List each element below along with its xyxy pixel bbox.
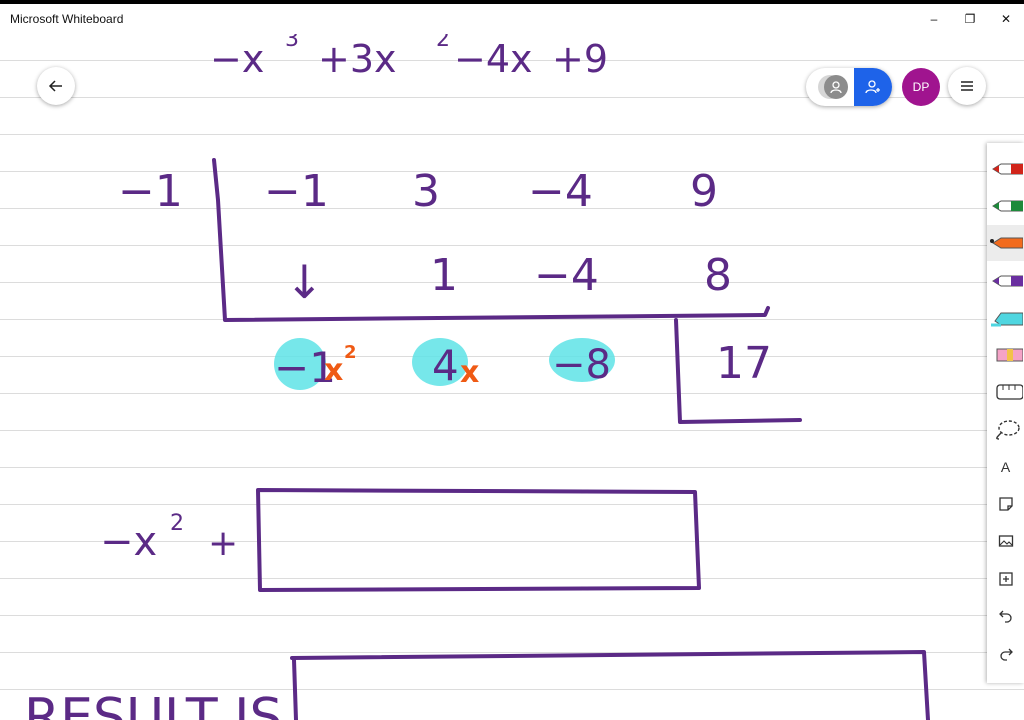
row2-coef-1: 1	[430, 250, 458, 301]
minimize-button[interactable]: –	[916, 4, 952, 34]
person-icon	[830, 81, 842, 94]
collaborators-pill[interactable]	[806, 68, 892, 106]
eraser-icon	[996, 348, 1023, 362]
row1-coef-4: 9	[690, 166, 718, 217]
sticky-note-icon	[998, 497, 1013, 511]
bottom-var-2: x	[460, 355, 479, 390]
window-controls: – ❐ ✕	[916, 4, 1024, 34]
purple-pen-icon	[991, 275, 1023, 287]
title-bar: Microsoft Whiteboard – ❐ ✕	[0, 0, 1024, 34]
redo-tool[interactable]	[987, 636, 1024, 672]
orange-pen-icon	[991, 237, 1023, 249]
lasso-icon	[995, 420, 1020, 440]
bottom-coef-3: −8	[552, 342, 611, 388]
redo-icon	[999, 648, 1013, 661]
app-title: Microsoft Whiteboard	[10, 12, 124, 26]
user-avatar[interactable]: DP	[902, 68, 940, 106]
highlighter-icon	[990, 312, 1023, 327]
poly-term-3: −4x	[454, 37, 533, 81]
quotient-box	[256, 488, 701, 592]
ink-layer: −x 3 +3x 2 −4x +9 −1 −1 3 −4 9 ↓ 1 −4 8 …	[24, 27, 930, 720]
eraser-tool[interactable]	[987, 337, 1024, 373]
quotient-term: −x	[100, 519, 157, 565]
lasso-tool[interactable]	[987, 411, 1024, 447]
close-button[interactable]: ✕	[988, 4, 1024, 34]
quotient-plus: +	[208, 523, 238, 564]
back-button[interactable]	[37, 67, 75, 105]
red-pen-icon	[991, 163, 1023, 175]
row2-coef-2: −4	[534, 250, 599, 301]
remainder: 17	[716, 338, 772, 389]
row1-coef-1: −1	[264, 166, 329, 217]
hamburger-icon	[961, 81, 973, 91]
ruler-tool[interactable]	[987, 374, 1024, 410]
arrow-left-icon	[48, 80, 62, 92]
result-box	[290, 650, 930, 720]
collaborator-avatars[interactable]	[806, 68, 854, 106]
row1-coef-3: −4	[528, 166, 593, 217]
green-pen-tool[interactable]	[987, 188, 1024, 224]
undo-icon	[998, 610, 1012, 623]
image-tool[interactable]	[987, 523, 1024, 559]
text-tool[interactable]: A	[987, 449, 1024, 485]
bottom-var-1: x	[324, 353, 343, 388]
selected-indicator	[990, 239, 994, 243]
add-icon	[998, 572, 1013, 586]
purple-pen-tool[interactable]	[987, 263, 1024, 299]
row2-coef-3: 8	[704, 250, 732, 301]
pen-toolbar: A	[987, 143, 1024, 683]
highlighter-tool[interactable]	[987, 300, 1024, 336]
add-tool[interactable]	[987, 561, 1024, 597]
orange-pen-tool[interactable]	[987, 225, 1024, 261]
poly-term-1: −x	[210, 37, 264, 81]
red-pen-tool[interactable]	[987, 151, 1024, 187]
green-pen-icon	[991, 200, 1023, 212]
row1-coef-2: 3	[412, 166, 440, 217]
undo-tool[interactable]	[987, 598, 1024, 634]
bottom-exp-1: 2	[344, 342, 357, 363]
quotient-exp: 2	[170, 511, 184, 536]
poly-term-4: +9	[552, 37, 608, 81]
bottom-coef-2: 4	[432, 341, 459, 390]
row2-arrow: ↓	[285, 255, 324, 309]
ruler-icon	[995, 384, 1023, 400]
note-tool[interactable]	[987, 486, 1024, 522]
poly-term-2: +3x	[318, 37, 397, 81]
menu-button[interactable]	[948, 67, 986, 105]
image-icon	[998, 535, 1013, 547]
text-icon: A	[1000, 459, 1011, 475]
invite-button[interactable]	[854, 68, 892, 106]
restore-button[interactable]: ❐	[952, 4, 988, 34]
add-person-icon	[865, 80, 880, 94]
divisor: −1	[118, 166, 183, 217]
result-label: RESULT IS	[24, 688, 283, 720]
